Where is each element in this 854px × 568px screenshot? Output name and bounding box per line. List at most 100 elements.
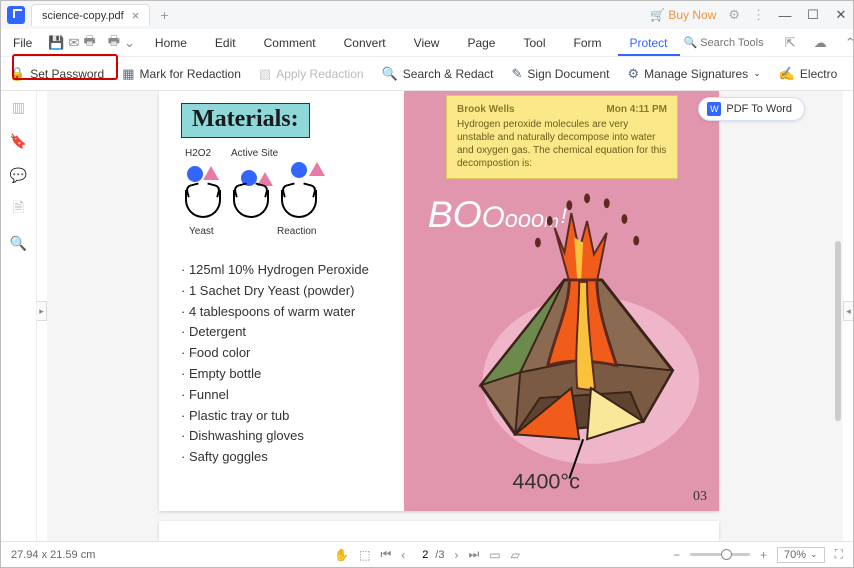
zoom-knob[interactable]: [721, 549, 732, 560]
search-tools[interactable]: 🔍: [684, 36, 771, 49]
protect-toolbar: 🔒 Set Password ▦ Mark for Redaction ▧ Ap…: [1, 57, 853, 91]
label-reaction: Reaction: [277, 226, 316, 237]
new-tab-icon[interactable]: +: [160, 7, 168, 23]
chevron-down-icon: ⌄: [753, 68, 761, 79]
set-password-button[interactable]: 🔒 Set Password: [9, 66, 104, 82]
manage-signatures-button[interactable]: ⚙ Manage Signatures ⌄: [627, 66, 760, 82]
label-yeast: Yeast: [189, 226, 214, 237]
zoom-slider[interactable]: [690, 553, 750, 556]
fit-width-icon[interactable]: ▭: [489, 548, 500, 562]
attachments-icon[interactable]: 🗎: [11, 201, 27, 217]
fullscreen-icon[interactable]: ⛶: [835, 547, 843, 562]
chevron-down-icon[interactable]: ⌄: [124, 35, 135, 51]
search-tools-input[interactable]: [700, 37, 770, 49]
first-page-icon[interactable]: ⏮: [380, 547, 391, 562]
menu-form[interactable]: Form: [562, 36, 614, 50]
close-window-icon[interactable]: ✕: [833, 7, 849, 23]
esign-icon: ✍: [779, 66, 795, 82]
triangle-icon: [309, 162, 325, 176]
minimize-icon[interactable]: —: [777, 8, 793, 23]
document-viewport: Materials: H2O2 Active Site Yeast Reacti…: [47, 91, 843, 541]
last-page-icon[interactable]: ⏭: [468, 547, 479, 562]
save-icon[interactable]: 💾: [48, 35, 64, 51]
sign-document-button[interactable]: ✎ Sign Document: [512, 66, 610, 82]
note-timestamp: Mon 4:11 PM: [606, 104, 667, 115]
zoom-dropdown[interactable]: 70% ⌄: [777, 547, 825, 563]
list-item: Food color: [181, 343, 390, 364]
more-icon[interactable]: ⋮: [752, 7, 765, 23]
cup-icon: [185, 190, 221, 218]
print2-icon[interactable]: 🖶: [108, 32, 120, 54]
prev-page-icon[interactable]: ‹: [401, 548, 405, 562]
page-indicator[interactable]: /3: [415, 549, 444, 561]
print-icon[interactable]: 🖶: [83, 32, 95, 54]
left-side-panel: ▥ 🔖 💬 🗎 🔍: [1, 91, 37, 541]
search-redact-button[interactable]: 🔍 Search & Redact: [382, 66, 494, 82]
svg-text:BOOooom!: BOOooom!: [428, 193, 567, 235]
page-input[interactable]: [415, 549, 435, 561]
select-tool-icon[interactable]: ⬚: [359, 548, 370, 562]
statusbar: 27.94 x 21.59 cm ✋ ⬚ ⏮ ‹ /3 › ⏭ ▭ ▱ − + …: [1, 541, 853, 567]
maximize-icon[interactable]: ☐: [805, 7, 821, 23]
list-item: Detergent: [181, 322, 390, 343]
expand-icon[interactable]: ⌃: [840, 35, 854, 51]
temperature-label: 4400°c: [512, 468, 580, 493]
menu-view[interactable]: View: [402, 36, 452, 50]
expand-left-panel[interactable]: ▸: [37, 301, 47, 321]
volcano-illustration: BOOooom!: [414, 171, 709, 501]
electronic-button[interactable]: ✍ Electro: [779, 66, 838, 82]
list-item: Funnel: [181, 385, 390, 406]
menubar: File 💾 ✉ 🖶 🖶 ⌄ Home Edit Comment Convert…: [1, 29, 853, 57]
document-tab[interactable]: science-copy.pdf ×: [31, 4, 150, 26]
scrollbar[interactable]: [835, 241, 841, 421]
pdf-to-word-button[interactable]: W PDF To Word: [698, 97, 805, 121]
expand-right-panel[interactable]: ◂: [843, 301, 853, 321]
share-icon[interactable]: ⇱: [780, 35, 800, 51]
menu-comment[interactable]: Comment: [252, 36, 328, 50]
thumbnails-icon[interactable]: ▥: [11, 99, 27, 115]
apply-redaction-icon: ▧: [259, 66, 271, 82]
mark-redaction-button[interactable]: ▦ Mark for Redaction: [122, 66, 241, 82]
molecule-icon: [291, 162, 307, 178]
zoom-in-icon[interactable]: +: [760, 548, 767, 562]
next-page-icon[interactable]: ›: [454, 548, 458, 562]
fit-page-icon[interactable]: ▱: [511, 548, 520, 562]
cart-icon: 🛒: [650, 8, 665, 22]
close-tab-icon[interactable]: ×: [132, 8, 140, 23]
page-right-column: Brook Wells Mon 4:11 PM Hydrogen peroxid…: [404, 91, 719, 511]
menu-convert[interactable]: Convert: [332, 36, 398, 50]
menu-edit[interactable]: Edit: [203, 36, 248, 50]
molecule-icon: [187, 166, 203, 182]
zoom-out-icon[interactable]: −: [673, 548, 680, 562]
note-author: Brook Wells: [457, 104, 515, 115]
list-item: Safty goggles: [181, 447, 390, 468]
sticky-note[interactable]: Brook Wells Mon 4:11 PM Hydrogen peroxid…: [446, 95, 678, 179]
titlebar: science-copy.pdf × + 🛒 Buy Now ⚙ ⋮ — ☐ ✕: [1, 1, 853, 29]
sign-icon: ✎: [512, 66, 523, 82]
list-item: Dishwashing gloves: [181, 426, 390, 447]
menu-tool[interactable]: Tool: [511, 36, 557, 50]
settings-icon[interactable]: ⚙: [728, 7, 740, 23]
next-page-preview[interactable]: [159, 521, 719, 541]
search-panel-icon[interactable]: 🔍: [11, 235, 27, 251]
comments-icon[interactable]: 💬: [11, 167, 27, 183]
reaction-diagram: H2O2 Active Site Yeast Reaction: [181, 148, 390, 248]
page-left-column: Materials: H2O2 Active Site Yeast Reacti…: [159, 91, 404, 511]
bookmarks-icon[interactable]: 🔖: [11, 133, 27, 149]
mark-redaction-icon: ▦: [122, 66, 134, 82]
mail-icon[interactable]: ✉: [69, 35, 80, 51]
buy-now-link[interactable]: 🛒 Buy Now: [650, 8, 716, 22]
cloud-icon[interactable]: ☁: [810, 35, 830, 51]
word-icon: W: [707, 102, 721, 116]
hand-tool-icon[interactable]: ✋: [334, 548, 349, 562]
menu-page[interactable]: Page: [455, 36, 507, 50]
cup-icon: [233, 190, 269, 218]
menu-home[interactable]: Home: [143, 36, 199, 50]
menu-protect[interactable]: Protect: [618, 36, 680, 56]
list-item: 1 Sachet Dry Yeast (powder): [181, 281, 390, 302]
materials-list: 125ml 10% Hydrogen Peroxide1 Sachet Dry …: [181, 260, 390, 468]
pdf-page[interactable]: Materials: H2O2 Active Site Yeast Reacti…: [159, 91, 719, 511]
menu-file[interactable]: File: [9, 36, 36, 50]
apply-redaction-button[interactable]: ▧ Apply Redaction: [259, 66, 364, 82]
cup-icon: [281, 190, 317, 218]
